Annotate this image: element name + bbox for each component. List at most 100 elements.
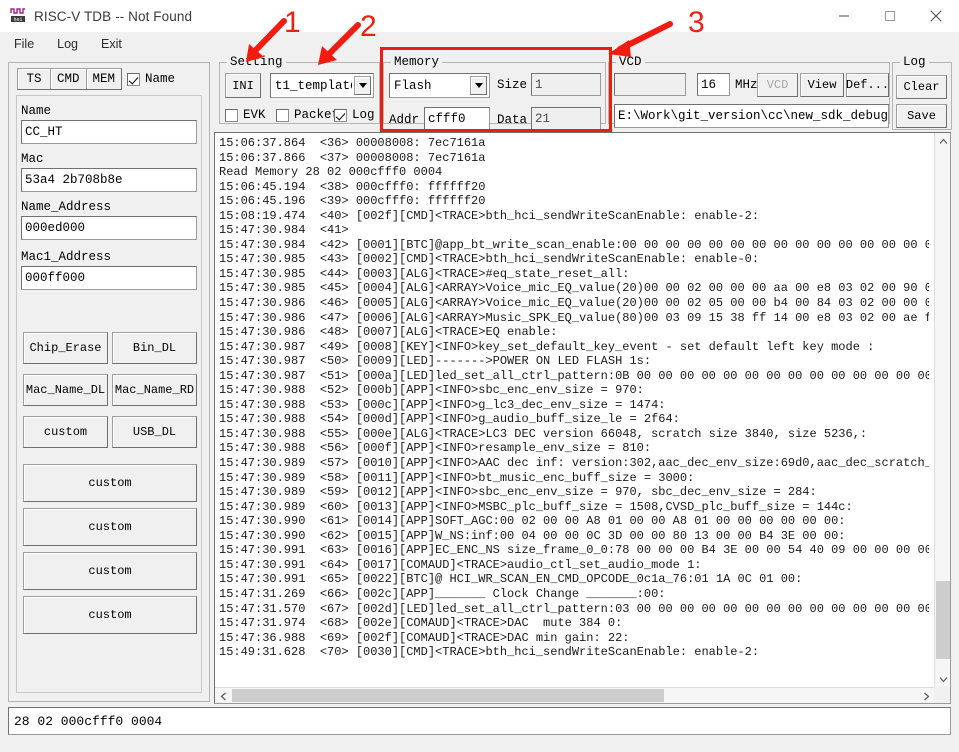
- log-save-button[interactable]: Save: [896, 104, 947, 128]
- log-line: 15:47:30.990 <62> [0015][APP]W_NS:inf:00…: [219, 528, 846, 543]
- scrollbar-corner: [934, 687, 950, 703]
- log-output-area[interactable]: 15:06:37.864 <36> 00008008: 7ec7161a 15:0…: [214, 132, 951, 704]
- button-mac-name-rd[interactable]: Mac_Name_RD: [112, 374, 197, 406]
- memory-data-input[interactable]: 21: [531, 107, 601, 130]
- log-line: 15:47:30.988 <55> [000e][ALG]<TRACE>LC3 …: [219, 426, 868, 441]
- tab-mem[interactable]: MEM: [85, 68, 123, 90]
- log-line: 15:47:30.985 <45> [0004][ALG]<ARRAY>Voic…: [219, 281, 929, 296]
- log-clear-button[interactable]: Clear: [896, 75, 947, 99]
- log-line: 15:49:31.628 <70> [0030][CMD]<TRACE>bth_…: [219, 645, 760, 660]
- log-line: 15:47:30.984 <41>: [219, 223, 349, 238]
- tab-cmd[interactable]: CMD: [50, 68, 87, 90]
- log-group-title: Log: [900, 55, 929, 69]
- label-name-address: Name_Address: [21, 200, 112, 214]
- log-line: 15:47:30.987 <51> [000a][LED]led_set_all…: [219, 368, 929, 383]
- log-line: 15:47:30.988 <54> [000d][APP]<INFO>g_aud…: [219, 412, 680, 427]
- log-line: 15:47:36.988 <69> [002f][COMAUD]<TRACE>D…: [219, 630, 630, 645]
- checkbox-packet-box[interactable]: [276, 108, 289, 122]
- template-combo-value: t1_template1: [275, 78, 352, 93]
- button-custom-left[interactable]: custom: [23, 416, 108, 448]
- scroll-up-icon[interactable]: [935, 133, 950, 149]
- checkbox-name[interactable]: Name: [127, 72, 175, 86]
- log-line: 15:06:45.196 <39> 000cfff0: ffffff20: [219, 194, 486, 209]
- log-line: Read Memory 28 02 000cfff0 0004: [219, 165, 443, 180]
- checkbox-packet-label: Packet: [294, 108, 340, 122]
- log-line: 15:47:30.986 <47> [0006][ALG]<ARRAY>Musi…: [219, 310, 929, 325]
- menu-item-log[interactable]: Log: [53, 35, 87, 53]
- input-name-address[interactable]: 000ed000: [21, 216, 197, 240]
- setting-group-title: Setting: [227, 55, 286, 69]
- log-output-text: 15:06:37.864 <36> 00008008: 7ec7161a 15:0…: [219, 136, 929, 660]
- log-vertical-scrollbar[interactable]: [934, 133, 950, 687]
- tab-ts[interactable]: TS: [17, 68, 51, 90]
- log-line: 15:47:31.974 <68> [002e][COMAUD]<TRACE>D…: [219, 616, 623, 631]
- checkbox-log-label: Log: [352, 108, 375, 122]
- checkbox-log-box[interactable]: [334, 108, 347, 122]
- log-horizontal-scrollbar[interactable]: [215, 687, 934, 703]
- checkbox-name-label: Name: [145, 72, 176, 86]
- vcd-view-button[interactable]: View: [800, 73, 844, 97]
- scroll-down-icon[interactable]: [935, 671, 950, 687]
- button-custom-4[interactable]: custom: [23, 596, 197, 634]
- memory-group-title: Memory: [391, 55, 443, 69]
- memory-type-combo[interactable]: Flash: [389, 73, 490, 98]
- template-combo[interactable]: t1_template1: [270, 73, 374, 98]
- scroll-right-icon[interactable]: [918, 688, 934, 703]
- memory-size-input[interactable]: 1: [531, 73, 601, 96]
- memory-addr-label: Addr: [389, 113, 420, 127]
- window-title: RISC-V TDB -- Not Found: [34, 8, 193, 24]
- vcd-clock-input[interactable]: 16: [697, 73, 730, 96]
- menu-item-exit[interactable]: Exit: [97, 35, 131, 53]
- checkbox-packet[interactable]: Packet: [276, 108, 339, 122]
- vcd-mhz-label: MHz: [735, 78, 758, 92]
- menu-item-file[interactable]: File: [10, 35, 43, 53]
- log-line: 15:47:30.991 <64> [0017][COMAUD]<TRACE>a…: [219, 557, 702, 572]
- vcd-freq-input[interactable]: [614, 73, 686, 96]
- button-mac-name-dl[interactable]: Mac_Name_DL: [23, 374, 108, 406]
- log-line: 15:06:45.194 <38> 000cfff0: ffffff20: [219, 179, 486, 194]
- button-custom-1[interactable]: custom: [23, 464, 197, 502]
- application-window: hei RISC-V TDB -- Not Found File Log Exi…: [0, 0, 959, 752]
- chevron-down-icon[interactable]: [354, 76, 371, 95]
- vcd-path-input[interactable]: E:\Work\git_version\cc\new_sdk_debug\sr: [614, 104, 889, 128]
- log-line: 15:47:30.987 <50> [0009][LED]------->POW…: [219, 354, 652, 369]
- button-custom-3[interactable]: custom: [23, 552, 197, 590]
- button-chip-erase[interactable]: Chip_Erase: [23, 332, 108, 364]
- log-line: 15:47:30.988 <56> [000f][APP]<INFO>resam…: [219, 441, 652, 456]
- button-usb-dl[interactable]: USB_DL: [112, 416, 197, 448]
- checkbox-evk[interactable]: EVK: [225, 108, 266, 122]
- checkbox-log[interactable]: Log: [334, 108, 375, 122]
- label-mac1-address: Mac1_Address: [21, 250, 112, 264]
- vcd-button[interactable]: VCD: [757, 73, 798, 97]
- button-bin-dl[interactable]: Bin_DL: [112, 332, 197, 364]
- input-name[interactable]: CC_HT: [21, 120, 197, 144]
- log-line: 15:47:31.570 <67> [002d][LED]led_set_all…: [219, 601, 929, 616]
- checkbox-evk-box[interactable]: [225, 108, 238, 122]
- input-mac[interactable]: 53a4 2b708b8e: [21, 168, 197, 192]
- close-button[interactable]: [913, 0, 959, 32]
- vcd-group-title: VCD: [616, 55, 645, 69]
- input-mac1-address[interactable]: 000ff000: [21, 266, 197, 290]
- menu-bar: File Log Exit: [0, 32, 959, 56]
- scroll-left-icon[interactable]: [215, 688, 231, 703]
- ini-button[interactable]: INI: [225, 73, 261, 98]
- scroll-thumb-vertical[interactable]: [936, 581, 950, 659]
- memory-size-label: Size: [497, 78, 528, 92]
- log-line: 15:47:30.984 <42> [0001][BTC]@app_bt_wri…: [219, 237, 929, 252]
- log-line: 15:47:30.991 <65> [0022][BTC]@ HCI_WR_SC…: [219, 572, 803, 587]
- log-line: 15:47:30.987 <49> [0008][KEY]<INFO>key_s…: [219, 339, 875, 354]
- app-waveform-icon: hei: [9, 7, 27, 25]
- checkbox-name-box[interactable]: [127, 72, 140, 86]
- minimize-button[interactable]: [821, 0, 867, 32]
- chevron-down-icon-memory[interactable]: [470, 76, 487, 95]
- scroll-thumb-horizontal[interactable]: [232, 689, 664, 702]
- log-line: 15:47:30.985 <43> [0002][CMD]<TRACE>bth_…: [219, 252, 760, 267]
- maximize-button[interactable]: [867, 0, 913, 32]
- button-custom-2[interactable]: custom: [23, 508, 197, 546]
- vcd-def-button[interactable]: Def...: [846, 73, 889, 97]
- log-line: 15:47:30.990 <61> [0014][APP]SOFT_AGC:00…: [219, 514, 846, 529]
- log-line: 15:47:30.989 <57> [0010][APP]<INFO>AAC d…: [219, 456, 929, 471]
- log-line: 15:47:30.985 <44> [0003][ALG]<TRACE>#eq_…: [219, 266, 630, 281]
- memory-addr-input[interactable]: cfff0: [424, 107, 490, 130]
- log-line: 15:47:30.991 <63> [0016][APP]EC_ENC_NS s…: [219, 543, 929, 558]
